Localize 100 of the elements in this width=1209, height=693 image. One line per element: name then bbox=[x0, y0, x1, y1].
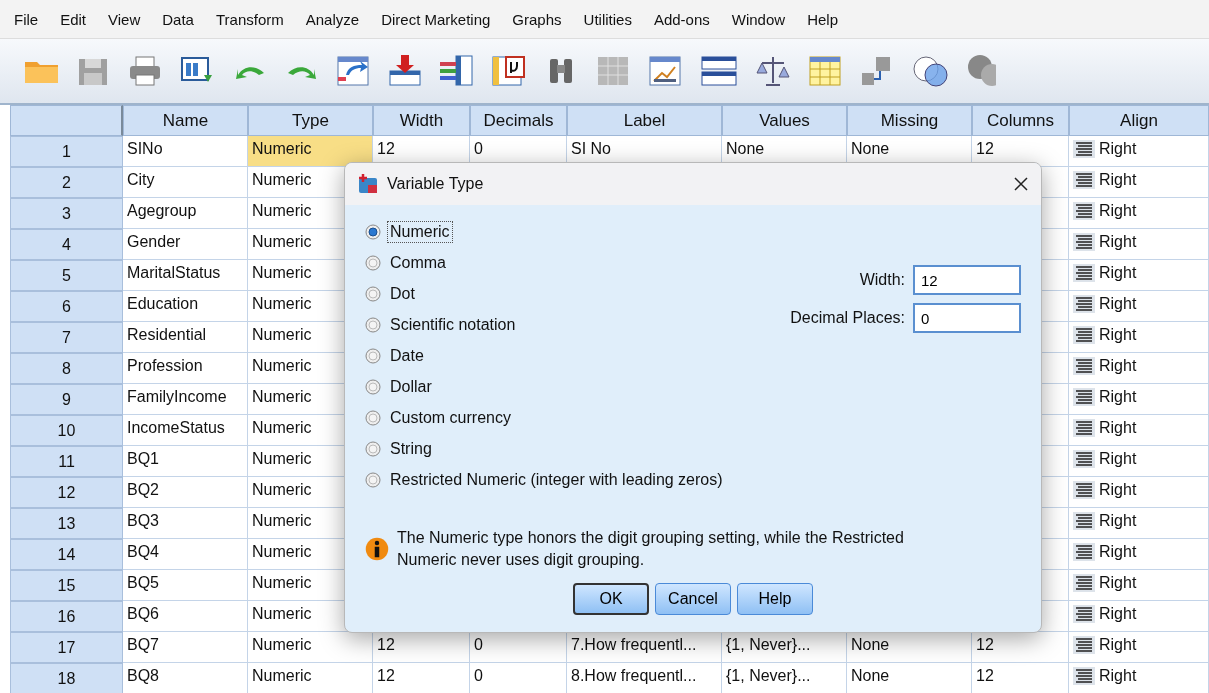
row-number[interactable]: 14 bbox=[10, 539, 123, 570]
column-header[interactable]: Columns bbox=[972, 105, 1069, 136]
row-number[interactable]: 2 bbox=[10, 167, 123, 198]
table-cell: 0 bbox=[470, 663, 567, 693]
field-label: Decimal Places: bbox=[790, 309, 905, 327]
radio-button[interactable] bbox=[365, 255, 381, 271]
radio-button[interactable] bbox=[365, 224, 381, 240]
menu-item[interactable]: Utilities bbox=[573, 10, 644, 28]
menu-item[interactable]: Transform bbox=[205, 10, 296, 28]
align-right-icon bbox=[1073, 511, 1095, 530]
align-text: Right bbox=[1099, 635, 1137, 654]
table-cell: BQ4 bbox=[123, 539, 248, 570]
radio-label[interactable]: Date bbox=[387, 345, 427, 367]
row-number[interactable]: 1 bbox=[10, 136, 123, 167]
table-cell: BQ2 bbox=[123, 477, 248, 508]
menu-item[interactable]: Data bbox=[152, 10, 206, 28]
table-cell: BQ7 bbox=[123, 632, 248, 663]
radio-label[interactable]: Custom currency bbox=[387, 407, 514, 429]
row-number[interactable]: 16 bbox=[10, 601, 123, 632]
column-header[interactable]: Width bbox=[373, 105, 470, 136]
align-right-icon bbox=[1073, 604, 1095, 623]
align-right-icon bbox=[1073, 573, 1095, 592]
menu-item[interactable]: Edit bbox=[50, 10, 99, 28]
menu-item[interactable]: Direct Marketing bbox=[371, 10, 503, 28]
column-header[interactable]: Decimals bbox=[470, 105, 567, 136]
venn-icon[interactable] bbox=[966, 53, 996, 89]
table-cell: Numeric bbox=[248, 663, 373, 693]
radio-label[interactable]: Restricted Numeric (integer with leading zeros) bbox=[387, 469, 726, 491]
input-field[interactable]: 12 bbox=[913, 265, 1021, 295]
dialog-button[interactable]: OK bbox=[573, 583, 649, 615]
menu-item[interactable]: View bbox=[98, 10, 153, 28]
table-cell: {1, Never}... bbox=[722, 663, 847, 693]
radio-button[interactable] bbox=[365, 379, 381, 395]
align-text: Right bbox=[1099, 542, 1137, 561]
row-number[interactable]: 11 bbox=[10, 446, 123, 477]
radio-button[interactable] bbox=[365, 286, 381, 302]
radio-label[interactable]: Scientific notation bbox=[387, 314, 519, 336]
column-header[interactable]: Align bbox=[1069, 105, 1209, 136]
table-icon bbox=[357, 174, 379, 194]
align-text: Right bbox=[1099, 232, 1137, 251]
row-number[interactable]: 12 bbox=[10, 477, 123, 508]
column-header[interactable]: Type bbox=[248, 105, 373, 136]
radio-label[interactable]: String bbox=[387, 438, 435, 460]
radio-button[interactable] bbox=[365, 410, 381, 426]
radio-label[interactable]: Comma bbox=[387, 252, 449, 274]
align-text: Right bbox=[1099, 201, 1137, 220]
table-cell: FamilyIncome bbox=[123, 384, 248, 415]
table-cell: None bbox=[847, 663, 972, 693]
row-number[interactable]: 7 bbox=[10, 322, 123, 353]
row-number[interactable]: 13 bbox=[10, 508, 123, 539]
row-number[interactable]: 8 bbox=[10, 353, 123, 384]
row-number[interactable]: 4 bbox=[10, 229, 123, 260]
row-number[interactable]: 15 bbox=[10, 570, 123, 601]
align-right-icon bbox=[1073, 449, 1095, 468]
align-text: Right bbox=[1099, 170, 1137, 189]
align-right-icon bbox=[1073, 325, 1095, 344]
align-text: Right bbox=[1099, 666, 1137, 685]
align-text: Right bbox=[1099, 139, 1137, 158]
menu-item[interactable]: Add-ons bbox=[643, 10, 722, 28]
align-text: Right bbox=[1099, 356, 1137, 375]
align-text: Right bbox=[1099, 449, 1137, 468]
column-header[interactable]: Name bbox=[123, 105, 248, 136]
align-text: Right bbox=[1099, 294, 1137, 313]
radio-button[interactable] bbox=[365, 348, 381, 364]
menu-item[interactable]: Graphs bbox=[502, 10, 574, 28]
row-number[interactable]: 5 bbox=[10, 260, 123, 291]
row-number[interactable]: 18 bbox=[10, 663, 123, 693]
radio-button[interactable] bbox=[365, 472, 381, 488]
align-text: Right bbox=[1099, 573, 1137, 592]
radio-label[interactable]: Dollar bbox=[387, 376, 435, 398]
table-cell: 8.How frequentl... bbox=[567, 663, 722, 693]
align-text: Right bbox=[1099, 604, 1137, 623]
dialog-button[interactable]: Cancel bbox=[655, 583, 731, 615]
column-header[interactable]: Label bbox=[567, 105, 722, 136]
table-cell: Numeric bbox=[248, 136, 373, 167]
radio-label[interactable]: Numeric bbox=[387, 221, 453, 243]
row-number[interactable]: 10 bbox=[10, 415, 123, 446]
menu-item[interactable]: Analyze bbox=[295, 10, 372, 28]
row-number[interactable]: 9 bbox=[10, 384, 123, 415]
radio-button[interactable] bbox=[365, 317, 381, 333]
align-right-icon bbox=[1073, 387, 1095, 406]
align-right-icon bbox=[1073, 480, 1095, 499]
align-text: Right bbox=[1099, 387, 1137, 406]
menu-item[interactable]: File bbox=[4, 10, 51, 28]
dialog-button[interactable]: Help bbox=[737, 583, 813, 615]
align-text: Right bbox=[1099, 480, 1137, 499]
row-number[interactable]: 6 bbox=[10, 291, 123, 322]
info-text: The Numeric type honors the digit grouping setting, while the Restricted Numeric never uses digit grouping. bbox=[396, 528, 905, 570]
row-number[interactable]: 3 bbox=[10, 198, 123, 229]
menu-item[interactable]: Window bbox=[721, 10, 798, 28]
row-number[interactable]: 17 bbox=[10, 632, 123, 663]
column-header[interactable]: Missing bbox=[847, 105, 972, 136]
close-icon[interactable] bbox=[1013, 176, 1029, 192]
column-header[interactable]: Values bbox=[722, 105, 847, 136]
radio-label[interactable]: Dot bbox=[387, 283, 418, 305]
menu-item[interactable]: Help bbox=[797, 10, 850, 28]
radio-button[interactable] bbox=[365, 441, 381, 457]
table-cell: Residential bbox=[123, 322, 248, 353]
align-right-icon bbox=[1073, 294, 1095, 313]
input-field[interactable]: 0 bbox=[913, 303, 1021, 333]
